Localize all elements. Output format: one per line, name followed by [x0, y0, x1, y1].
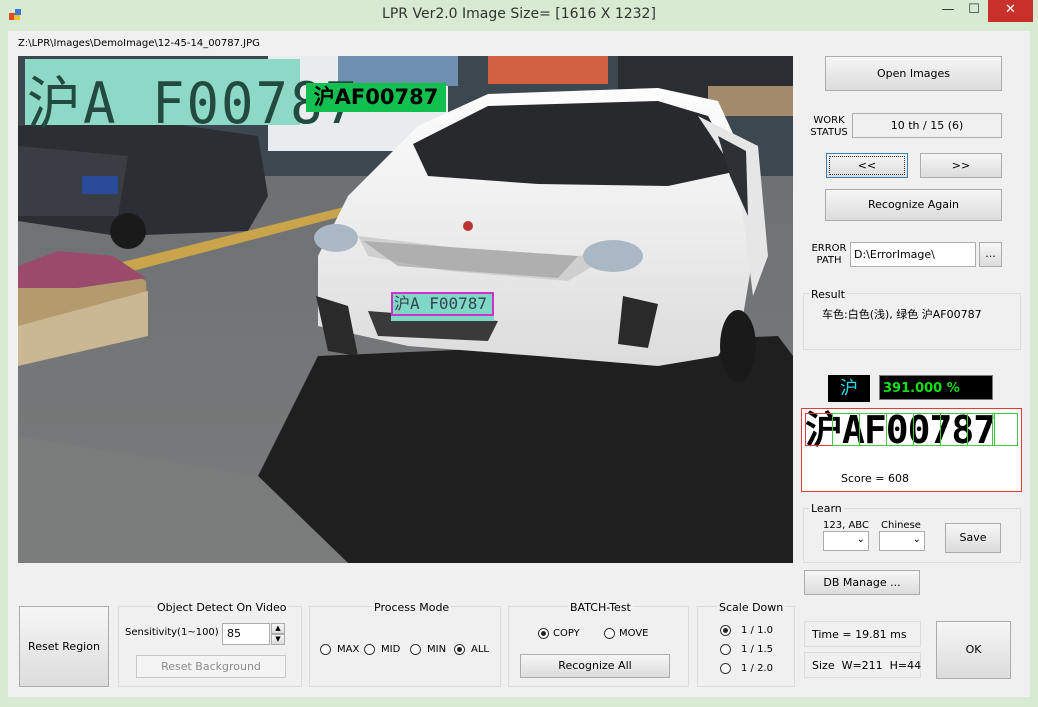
- char-box: [886, 413, 914, 446]
- score-text: Score = 608: [841, 472, 910, 485]
- scale-2-0-label: 1 / 2.0: [741, 663, 773, 674]
- time-display: Time = 19.81 ms: [804, 621, 921, 647]
- process-mode-min-label: MIN: [427, 644, 447, 655]
- work-status-field: 10 th / 15 (6): [852, 113, 1002, 138]
- batch-move-label: MOVE: [619, 628, 649, 639]
- detected-plate-text: 沪A F00787: [394, 294, 488, 313]
- recognize-all-button[interactable]: Recognize All: [520, 654, 670, 678]
- process-mode-label: Process Mode: [372, 601, 452, 614]
- plate-detection-box: 沪A F00787: [391, 292, 494, 316]
- char-box: [859, 413, 887, 446]
- chevron-down-icon: ⌄: [912, 534, 921, 545]
- open-images-button[interactable]: Open Images: [825, 56, 1002, 91]
- reset-region-button[interactable]: Reset Region: [19, 606, 109, 687]
- sensitivity-input[interactable]: 85: [222, 623, 270, 645]
- process-mode-min-radio[interactable]: [410, 644, 421, 655]
- sensitivity-down-button[interactable]: ▼: [271, 634, 285, 645]
- size-display: Size W=211 H=44: [804, 652, 921, 678]
- image-view[interactable]: 沪A F00787 沪AF00787 沪A F00787: [18, 56, 793, 563]
- previous-button[interactable]: <<: [826, 153, 908, 178]
- batch-copy-radio[interactable]: [538, 628, 549, 639]
- batch-test-label: BATCH-Test: [568, 601, 633, 614]
- recognize-again-button[interactable]: Recognize Again: [825, 189, 1002, 221]
- scale-2-0-radio[interactable]: [720, 663, 731, 674]
- scale-1-5-label: 1 / 1.5: [741, 644, 773, 655]
- maximize-button[interactable]: ☐: [963, 0, 985, 22]
- process-mode-all-label: ALL: [471, 644, 489, 655]
- char-box: [940, 413, 968, 446]
- save-button[interactable]: Save: [945, 523, 1001, 553]
- batch-move-radio[interactable]: [604, 628, 615, 639]
- char-box: [992, 413, 1018, 446]
- browse-button[interactable]: ...: [979, 242, 1002, 267]
- scale-down-label: Scale Down: [717, 601, 786, 614]
- next-button[interactable]: >>: [920, 153, 1002, 178]
- province-char-box: 沪: [828, 375, 870, 402]
- char-box-province: [805, 413, 833, 446]
- recognized-plate-tag: 沪AF00787: [306, 83, 446, 112]
- minimize-button[interactable]: —: [937, 0, 959, 22]
- sensitivity-label: Sensitivity(1~100): [125, 627, 219, 638]
- chevron-down-icon: ⌄: [856, 534, 865, 545]
- plate-crop: 沪A F00787: [25, 59, 357, 137]
- confidence-display: 391.000 %: [879, 375, 993, 400]
- object-detect-label: Object Detect On Video: [155, 601, 289, 614]
- learn-chinese-select[interactable]: ⌄: [879, 531, 925, 551]
- char-box: [832, 413, 860, 446]
- learn-abc-label: 123, ABC: [823, 520, 869, 531]
- db-manage-button[interactable]: DB Manage ...: [804, 570, 920, 595]
- reset-background-button[interactable]: Reset Background: [136, 655, 286, 678]
- learn-chinese-label: Chinese: [881, 520, 921, 531]
- process-mode-all-radio[interactable]: [454, 644, 465, 655]
- char-box: [913, 413, 941, 446]
- result-text: 车色:白色(浅), 绿色 沪AF00787: [822, 308, 982, 321]
- char-box: [967, 413, 995, 446]
- process-mode-mid-radio[interactable]: [364, 644, 375, 655]
- plate-segmentation-panel: 沪AF00787 Score = 608: [801, 408, 1022, 492]
- sensitivity-up-button[interactable]: ▲: [271, 623, 285, 634]
- process-mode-max-label: MAX: [337, 644, 360, 655]
- error-path-label: ERROR PATH: [811, 243, 847, 266]
- process-mode-max-radio[interactable]: [320, 644, 331, 655]
- work-status-label: WORK STATUS: [810, 115, 848, 138]
- scale-1-0-label: 1 / 1.0: [741, 625, 773, 636]
- window-title: LPR Ver2.0 Image Size= [1616 X 1232]: [382, 6, 656, 22]
- ok-button[interactable]: OK: [936, 621, 1011, 679]
- process-mode-mid-label: MID: [381, 644, 401, 655]
- learn-group-label: Learn: [809, 502, 844, 515]
- error-path-input[interactable]: D:\ErrorImage\: [850, 242, 976, 267]
- close-button[interactable]: ✕: [988, 0, 1033, 22]
- scale-1-0-radio[interactable]: [720, 625, 731, 636]
- scale-1-5-radio[interactable]: [720, 644, 731, 655]
- image-path: Z:\LPR\Images\DemoImage\12-45-14_00787.J…: [18, 38, 260, 49]
- result-group-label: Result: [809, 288, 847, 301]
- learn-abc-select[interactable]: ⌄: [823, 531, 869, 551]
- batch-copy-label: COPY: [553, 628, 580, 639]
